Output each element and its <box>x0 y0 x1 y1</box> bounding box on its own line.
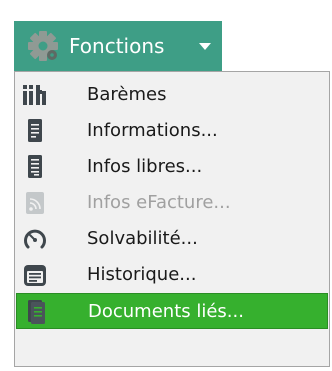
gear-icon <box>28 31 58 61</box>
calendar-icon <box>24 265 46 286</box>
menu-item-label: Solvabilité... <box>87 228 198 249</box>
menu-item-documents-lies[interactable]: Documents liés... <box>16 293 328 329</box>
scales-icon <box>23 85 46 105</box>
menu-item-label: Historique... <box>87 264 197 285</box>
menu-item-baremes[interactable]: Barèmes <box>16 77 328 113</box>
rss-icon <box>26 192 44 214</box>
menu-item-historique[interactable]: Historique... <box>16 257 328 293</box>
document-icon <box>28 119 42 142</box>
menu-item-informations[interactable]: Informations... <box>16 113 328 149</box>
fonctions-button[interactable]: Fonctions <box>14 21 222 71</box>
fonctions-label: Fonctions <box>69 34 165 58</box>
menu-item-infos-libres[interactable]: Infos libres... <box>16 149 328 185</box>
menu-item-infos-efacture: Infos eFacture... <box>16 185 328 221</box>
fonctions-menu-screen: Fonctions Barèmes Informations... Infos … <box>0 0 332 371</box>
menu-item-label: Infos libres... <box>87 156 203 177</box>
document-lines-icon <box>28 155 42 178</box>
menu-item-label: Infos eFacture... <box>87 192 231 213</box>
caret-down-icon <box>199 43 211 50</box>
fonctions-dropdown-menu: Barèmes Informations... Infos libres... <box>14 71 330 367</box>
menu-item-label: Documents liés... <box>88 301 244 322</box>
linked-docs-icon <box>28 300 45 324</box>
menu-item-label: Barèmes <box>87 84 167 105</box>
menu-item-solvabilite[interactable]: Solvabilité... <box>16 221 328 257</box>
gauge-icon <box>24 229 46 249</box>
menu-item-label: Informations... <box>87 120 218 141</box>
